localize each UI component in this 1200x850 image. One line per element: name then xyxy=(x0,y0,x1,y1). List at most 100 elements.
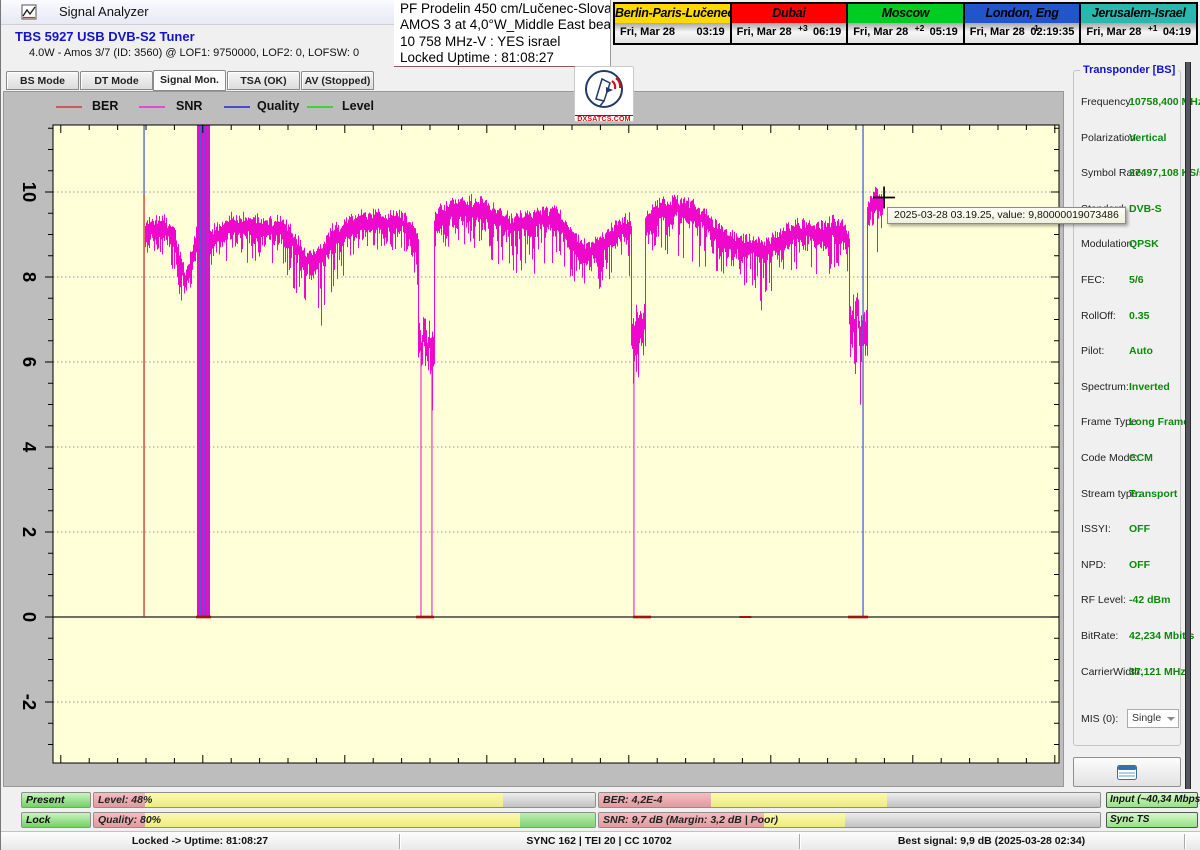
tp-label-npd: NPD: xyxy=(1081,559,1106,571)
logo-caption: DXSATCS.COM xyxy=(575,115,633,123)
tp-value-rolloff: 0.35 xyxy=(1129,310,1149,322)
title-bar[interactable]: Signal Analyzer xyxy=(1,0,394,25)
bar-segment-green xyxy=(520,813,595,827)
clock-utc-offset: +3 xyxy=(798,23,808,33)
present-indicator: Present xyxy=(21,792,91,808)
statusbar-divider xyxy=(1184,834,1185,849)
bar-segment-silver xyxy=(845,813,1100,827)
sync-ts-indicator: Sync TS xyxy=(1106,812,1198,828)
tp-label-modulation: Modulation: xyxy=(1081,238,1135,250)
bar-snr: SNR: 9,7 dB (Margin: 3,2 dB | Poor) xyxy=(598,812,1101,828)
clock-city-name: Jerusalem-Israel xyxy=(1081,4,1196,23)
tp-value-npd: OFF xyxy=(1129,559,1150,571)
antenna-info-panel: PF Prodelin 450 cm/Lučenec-SlovakiaAMOS … xyxy=(394,0,611,67)
input-rate-indicator: Input (~40,34 Mbps) xyxy=(1106,792,1198,808)
tp-value-polarization: Vertical xyxy=(1129,132,1166,144)
bar-segment-silver xyxy=(503,793,595,807)
tab-av-stopped-[interactable]: AV (Stopped) xyxy=(301,71,374,90)
statusbar-segment-0: Locked -> Uptime: 81:08:27 xyxy=(1,835,399,847)
tp-value-carrierwidth: 37,121 MHz xyxy=(1129,666,1186,678)
clock-time-value: 06:19 xyxy=(813,26,841,38)
clock-time-value: 03:19 xyxy=(696,26,724,38)
statusbar-divider xyxy=(799,834,800,849)
clock-time-row: Fri, Mar 28 +3 06:19 xyxy=(732,23,847,43)
clock-london-eng: London, EngFri, Mar 28-102:19:35 xyxy=(965,4,1082,43)
mis-label: MIS (0): xyxy=(1081,713,1118,725)
bar-label-quality: Quality: 80% xyxy=(98,814,161,826)
antenna-info-line: PF Prodelin 450 cm/Lučenec-Slovakia xyxy=(400,1,610,17)
tp-label-fec: FEC: xyxy=(1081,274,1105,286)
tab-bs-mode[interactable]: BS Mode xyxy=(6,71,79,90)
table-icon xyxy=(1117,765,1137,780)
dxsatcs-logo: DXSATCS.COM xyxy=(574,66,634,122)
tp-label-rflevel: RF Level: xyxy=(1081,594,1126,606)
bar-segment-yellow xyxy=(145,793,504,807)
y-tick-label--2: -2 xyxy=(17,689,41,715)
statusbar-divider xyxy=(399,834,400,849)
signal-analyzer-window: Signal Analyzer PF Prodelin 450 cm/Lučen… xyxy=(0,0,1200,850)
clock-date: Fri, Mar 28 xyxy=(970,26,1025,38)
tp-value-fec: 5/6 xyxy=(1129,274,1144,286)
antenna-info-line: 10 758 MHz-V : YES israel xyxy=(400,34,610,50)
y-tick-label-10: 10 xyxy=(17,179,41,205)
bar-label-snr: SNR: 9,7 dB (Margin: 3,2 dB | Poor) xyxy=(603,814,778,826)
tab-dt-mode[interactable]: DT Mode xyxy=(80,71,153,90)
clock-moscow: MoscowFri, Mar 28+205:19 xyxy=(848,4,965,43)
legend-dash-snr xyxy=(139,106,165,108)
transponder-group-title: Transponder [BS] xyxy=(1080,64,1178,76)
window-edge-strip xyxy=(1185,62,1191,789)
app-icon xyxy=(21,4,37,20)
clock-city-name: Moscow xyxy=(848,4,963,23)
clock-city-name: Dubai xyxy=(732,4,847,23)
tp-label-issyi: ISSYI: xyxy=(1081,523,1111,535)
statusbar-segment-1: SYNC 162 | TEI 20 | CC 10702 xyxy=(399,835,799,847)
bar-level: Level: 48% xyxy=(93,792,596,808)
tp-value-modulation: QPSK xyxy=(1129,238,1159,250)
y-tick-label-2: 2 xyxy=(17,519,41,545)
tp-label-spectrum: Spectrum: xyxy=(1081,381,1129,393)
legend-label-ber: BER xyxy=(92,99,118,113)
y-tick-label-6: 6 xyxy=(17,349,41,375)
tp-label-bitrate: BitRate: xyxy=(1081,630,1118,642)
y-tick-label-4: 4 xyxy=(17,434,41,460)
chart-tooltip: 2025-03-28 03.19.25, value: 9,8000001907… xyxy=(887,207,1126,224)
transport-list-button[interactable] xyxy=(1073,757,1181,787)
tuner-title: TBS 5927 USB DVB-S2 Tuner xyxy=(15,29,195,44)
bar-ber: BER: 4,2E-4 xyxy=(598,792,1101,808)
clock-date: Fri, Mar 28 xyxy=(1086,26,1141,38)
statusbar-segment-2: Best signal: 9,9 dB (2025-03-28 02:34) xyxy=(799,835,1184,847)
clock-dubai: Dubai Fri, Mar 28 +3 06:19 xyxy=(732,4,849,43)
lock-indicator: Lock xyxy=(21,812,91,828)
tab-tsa-ok-[interactable]: TSA (OK) xyxy=(227,71,300,90)
clock-time-row: Fri, Mar 28+104:19 xyxy=(1081,23,1196,43)
tp-value-rflevel: -42 dBm xyxy=(1129,594,1170,606)
clock-utc-offset: +2 xyxy=(915,23,925,33)
clock-city-name: Berlin-Paris-Lučenec xyxy=(615,4,730,23)
clock-time-value: 04:19 xyxy=(1163,26,1191,38)
tab-signal-mon-[interactable]: Signal Mon. xyxy=(153,70,226,91)
tp-value-issyi: OFF xyxy=(1129,523,1150,535)
mis-selected-value: Single xyxy=(1132,712,1161,724)
window-title: Signal Analyzer xyxy=(59,4,149,19)
clock-date: Fri, Mar 28 xyxy=(620,26,675,38)
clock-time-row: Fri, Mar 28 03:19 xyxy=(615,23,730,43)
tp-label-pilot: Pilot: xyxy=(1081,345,1104,357)
y-tick-label-0: 0 xyxy=(17,604,41,630)
bar-segment-yellow xyxy=(711,793,886,807)
legend-dash-level xyxy=(307,106,333,108)
antenna-info-line: AMOS 3 at 4,0°W_Middle East beam xyxy=(400,17,610,33)
antenna-info-line: Locked Uptime : 81:08:27 xyxy=(400,50,610,66)
mis-dropdown[interactable]: Single xyxy=(1127,709,1179,728)
tp-value-codemode: CCM xyxy=(1129,452,1153,464)
tp-value-streamtype: Transport xyxy=(1129,488,1177,500)
tp-value-frametype: Long Frame xyxy=(1129,416,1189,428)
tp-value-spectrum: Inverted xyxy=(1129,381,1170,393)
clock-date: Fri, Mar 28 xyxy=(737,26,792,38)
legend-dash-ber xyxy=(56,106,82,108)
bar-segment-yellow xyxy=(145,813,521,827)
clock-date: Fri, Mar 28 xyxy=(853,26,908,38)
tp-label-frequency: Frequency: xyxy=(1081,96,1134,108)
legend-label-level: Level xyxy=(342,99,374,113)
legend-dash-quality xyxy=(224,106,250,108)
bar-label-ber: BER: 4,2E-4 xyxy=(603,794,663,806)
